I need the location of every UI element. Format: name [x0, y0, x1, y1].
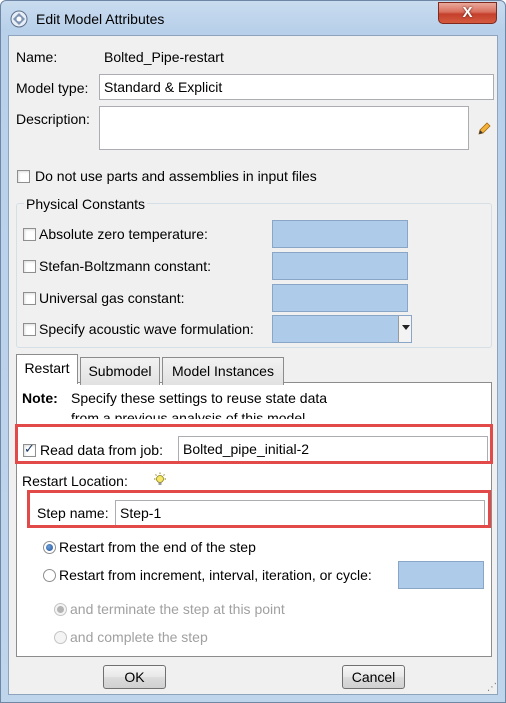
edit-model-attributes-dialog: Edit Model Attributes X Name: Bolted_Pip… [0, 0, 506, 703]
note-text-line2: from a previous analysis of this model. [71, 410, 310, 419]
universal-gas-label: Universal gas constant: [39, 290, 185, 306]
resize-grip-icon[interactable]: ⋰ [487, 682, 497, 693]
window-title: Edit Model Attributes [36, 11, 165, 27]
absolute-zero-field[interactable] [272, 220, 408, 248]
restart-from-increment-radio[interactable] [43, 569, 56, 582]
step-name-highlight [27, 490, 491, 528]
no-parts-label: Do not use parts and assemblies in input… [35, 168, 317, 184]
restart-location-label: Restart Location: [22, 473, 128, 489]
close-button[interactable]: X [438, 2, 497, 24]
model-name-value: Bolted_Pipe-restart [104, 49, 224, 65]
complete-step-label: and complete the step [70, 629, 208, 645]
model-type-label: Model type: [16, 80, 89, 96]
description-label: Description: [16, 111, 90, 127]
note-text-line1: Specify these settings to reuse state da… [71, 390, 328, 406]
absolute-zero-label: Absolute zero temperature: [39, 226, 208, 242]
title-bar[interactable]: Edit Model Attributes X [1, 1, 505, 35]
increment-field[interactable] [398, 561, 484, 589]
no-parts-checkbox[interactable] [17, 170, 30, 183]
restart-end-of-step-radio[interactable] [43, 541, 56, 554]
dialog-body: Name: Bolted_Pipe-restart Model type: St… [8, 35, 498, 695]
absolute-zero-checkbox[interactable] [23, 228, 36, 241]
tab-restart[interactable]: Restart [16, 354, 78, 384]
cancel-button[interactable]: Cancel [342, 665, 405, 689]
restart-from-increment-label: Restart from increment, interval, iterat… [59, 567, 372, 583]
acoustic-wave-label: Specify acoustic wave formulation: [39, 321, 254, 337]
description-field[interactable] [99, 106, 469, 150]
stefan-boltzmann-checkbox[interactable] [23, 260, 36, 273]
lightbulb-icon [154, 472, 166, 485]
model-type-field[interactable]: Standard & Explicit [99, 74, 494, 100]
terminate-step-label: and terminate the step at this point [70, 601, 285, 617]
physical-constants-title: Physical Constants [24, 196, 148, 212]
read-data-highlight [15, 424, 493, 464]
name-label: Name: [16, 49, 58, 65]
app-icon [10, 10, 28, 28]
acoustic-wave-combo[interactable] [272, 315, 412, 343]
stefan-boltzmann-field[interactable] [272, 252, 408, 280]
acoustic-wave-checkbox[interactable] [23, 323, 36, 336]
tab-submodel[interactable]: Submodel [80, 357, 160, 385]
close-icon: X [462, 4, 473, 21]
tab-model-instances[interactable]: Model Instances [162, 357, 284, 385]
pencil-icon[interactable] [476, 121, 492, 137]
terminate-step-radio[interactable] [54, 603, 67, 616]
chevron-down-icon[interactable] [398, 316, 411, 342]
ok-button[interactable]: OK [103, 665, 166, 689]
restart-end-of-step-label: Restart from the end of the step [59, 539, 256, 555]
universal-gas-checkbox[interactable] [23, 292, 36, 305]
complete-step-radio[interactable] [54, 631, 67, 644]
note-text-line2-clip: from a previous analysis of this model. [71, 410, 401, 419]
note-label: Note: [22, 390, 58, 406]
stefan-boltzmann-label: Stefan-Boltzmann constant: [39, 258, 211, 274]
universal-gas-field[interactable] [272, 284, 408, 312]
